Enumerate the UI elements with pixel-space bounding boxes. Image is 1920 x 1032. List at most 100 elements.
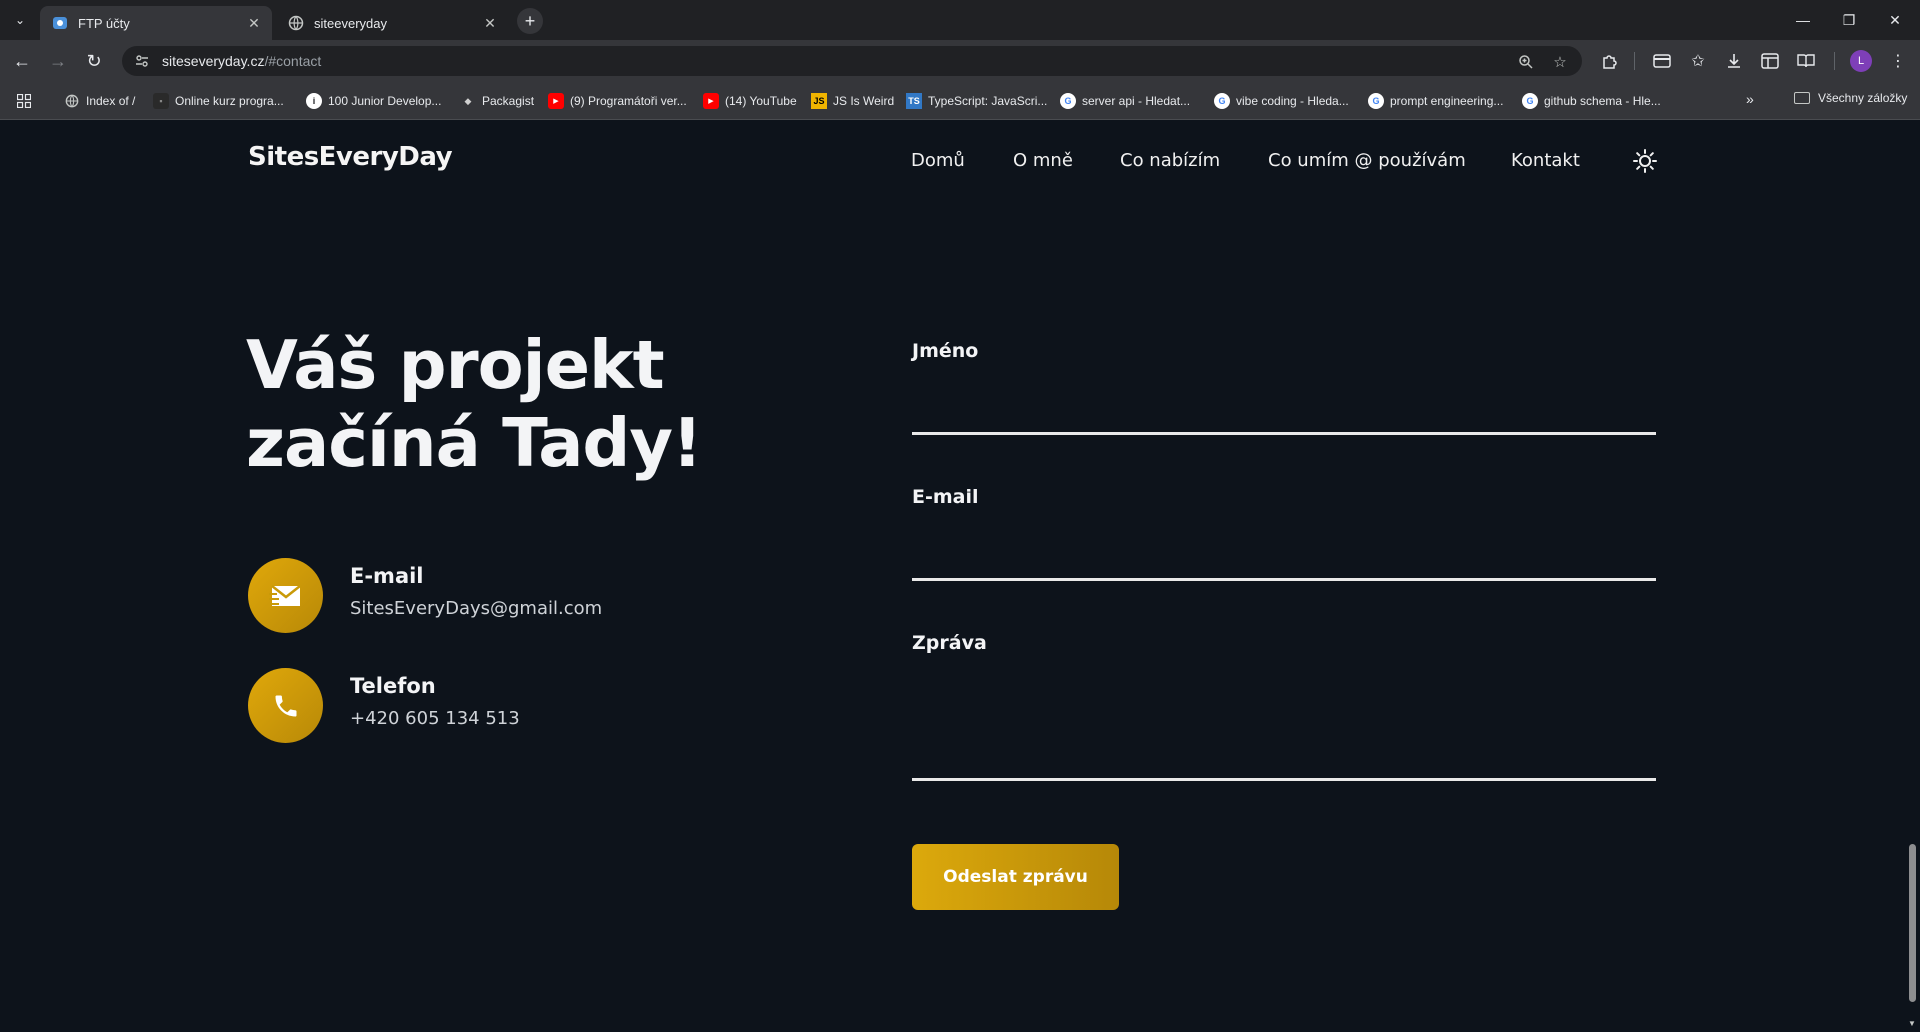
- folder-icon: [1794, 92, 1810, 104]
- bookmarks-overflow-chevron-icon[interactable]: »: [1746, 91, 1754, 107]
- contact-email-value[interactable]: SitesEveryDays@gmail.com: [350, 598, 602, 619]
- bookmark-js-is-weird[interactable]: JS JS Is Weird: [811, 91, 894, 111]
- bookmark-online-kurz[interactable]: ▪ Online kurz progra...: [153, 91, 284, 111]
- url-path: /#contact: [264, 53, 322, 69]
- page-scrollbar[interactable]: ▼: [1904, 120, 1920, 1032]
- tab-search-chevron-icon[interactable]: ⌄: [8, 8, 32, 32]
- back-arrow-icon[interactable]: ←: [8, 47, 36, 75]
- browser-tab-bar: ⌄ FTP účty ✕ siteeveryday ✕ + — ❐ ✕: [0, 0, 1920, 40]
- google-icon: G: [1060, 93, 1076, 109]
- message-field-label: Zpráva: [912, 632, 987, 654]
- bookmark-youtube[interactable]: ▶ (14) YouTube: [703, 91, 797, 111]
- bookmark-label: Index of /: [86, 94, 136, 108]
- new-tab-button[interactable]: +: [517, 8, 543, 34]
- google-icon: G: [1522, 93, 1538, 109]
- bookmark-star-icon[interactable]: ☆: [1548, 50, 1572, 74]
- toolbar-separator: [1834, 52, 1835, 70]
- bookmark-prompt-engineering[interactable]: G prompt engineering...: [1368, 91, 1503, 111]
- name-field[interactable]: [912, 378, 1656, 428]
- bookmark-label: (14) YouTube: [725, 94, 797, 108]
- nav-link-co-umim[interactable]: Co umím @ používám: [1268, 150, 1466, 171]
- downloads-icon[interactable]: [1722, 49, 1746, 73]
- scroll-down-arrow-icon[interactable]: ▼: [1908, 1019, 1916, 1028]
- url-host: siteseveryday.cz: [162, 53, 265, 69]
- site-info-icon[interactable]: [128, 49, 156, 73]
- bookmark-100-junior[interactable]: i 100 Junior Develop...: [306, 91, 441, 111]
- all-bookmarks-label: Všechny záložky: [1818, 91, 1908, 105]
- tab-ftp-ucty[interactable]: FTP účty ✕: [40, 6, 272, 40]
- bookmark-label: 100 Junior Develop...: [328, 94, 442, 108]
- tab-close-icon[interactable]: ✕: [244, 13, 264, 33]
- hero-title-line-2: začíná Tady!: [246, 404, 703, 482]
- email-field[interactable]: [912, 524, 1656, 574]
- payment-card-icon[interactable]: [1650, 49, 1674, 73]
- nav-link-o-mne[interactable]: O mně: [1013, 150, 1073, 171]
- contact-phone-value[interactable]: +420 605 134 513: [350, 708, 520, 729]
- extensions-icon[interactable]: [1598, 49, 1622, 73]
- nav-link-domu[interactable]: Domů: [911, 150, 965, 171]
- contact-phone-label: Telefon: [350, 674, 436, 698]
- minimize-icon[interactable]: —: [1780, 0, 1826, 40]
- bookmark-label: TypeScript: JavaScri...: [928, 94, 1048, 108]
- bookmarks-bar: Index of / ▪ Online kurz progra... i 100…: [0, 82, 1920, 120]
- tab-title: FTP účty: [78, 15, 130, 31]
- site-logo[interactable]: SitesEveryDay: [248, 142, 453, 172]
- forward-arrow-icon[interactable]: →: [44, 47, 72, 75]
- bookmark-label: Packagist: [482, 94, 535, 108]
- bookmark-typescript[interactable]: TS TypeScript: JavaScri...: [906, 91, 1047, 111]
- youtube-icon: ▶: [548, 93, 564, 109]
- bookmark-label: server api - Hledat...: [1082, 94, 1191, 108]
- youtube-icon: ▶: [703, 93, 719, 109]
- globe-icon: [288, 15, 304, 31]
- nav-link-co-nabizim[interactable]: Co nabízím: [1120, 150, 1220, 171]
- js-icon: JS: [811, 93, 827, 109]
- close-window-icon[interactable]: ✕: [1872, 0, 1918, 40]
- browser-toolbar: ← → ↻ siteseveryday.cz/#contact ☆ ✩ L ⋮: [0, 40, 1920, 82]
- tab-layout-icon[interactable]: [1758, 49, 1782, 73]
- restore-icon[interactable]: ❐: [1826, 0, 1872, 40]
- nav-link-kontakt[interactable]: Kontakt: [1511, 150, 1580, 171]
- phone-icon: [248, 668, 323, 743]
- message-field-underline: [912, 778, 1656, 781]
- globe-icon: [64, 93, 80, 109]
- google-icon: G: [1214, 93, 1230, 109]
- page-content: SitesEveryDay Domů O mně Co nabízím Co u…: [0, 120, 1904, 1032]
- menu-kebab-icon[interactable]: ⋮: [1886, 49, 1910, 73]
- name-field-underline: [912, 432, 1656, 435]
- bookmark-label: (9) Programátoři ver...: [570, 94, 687, 108]
- bookmark-label: Online kurz progra...: [175, 94, 284, 108]
- submit-button[interactable]: Odeslat zprávu: [912, 844, 1119, 910]
- bookmark-server-api[interactable]: G server api - Hledat...: [1060, 91, 1190, 111]
- google-icon: G: [1368, 93, 1384, 109]
- contact-email-label: E-mail: [350, 564, 424, 588]
- bookmark-index-of[interactable]: Index of /: [64, 91, 135, 111]
- bookmark-programatori[interactable]: ▶ (9) Programátoři ver...: [548, 91, 687, 111]
- message-field[interactable]: [912, 670, 1656, 774]
- bookmark-label: prompt engineering...: [1390, 94, 1504, 108]
- bookmark-github-schema[interactable]: G github schema - Hle...: [1522, 91, 1661, 111]
- name-field-label: Jméno: [912, 340, 979, 362]
- tab-close-icon[interactable]: ✕: [480, 13, 500, 33]
- bookmark-label: JS Is Weird: [833, 94, 895, 108]
- tab-siteeveryday[interactable]: siteeveryday ✕: [276, 6, 508, 40]
- site-icon: ▪: [153, 93, 169, 109]
- reading-list-star-icon[interactable]: ✩: [1686, 49, 1710, 73]
- tab-title: siteeveryday: [314, 15, 387, 31]
- profile-avatar[interactable]: L: [1850, 50, 1872, 72]
- reading-mode-icon[interactable]: [1794, 49, 1818, 73]
- mail-icon: [248, 558, 323, 633]
- ts-icon: TS: [906, 93, 922, 109]
- info-icon: i: [306, 93, 322, 109]
- zoom-icon[interactable]: [1514, 50, 1538, 74]
- toolbar-separator: [1634, 52, 1635, 70]
- hero-title: Váš projekt začíná Tady!: [246, 326, 703, 482]
- bookmark-vibe-coding[interactable]: G vibe coding - Hleda...: [1214, 91, 1349, 111]
- bookmark-packagist[interactable]: ◆ Packagist: [460, 91, 535, 111]
- scrollbar-thumb[interactable]: [1909, 844, 1916, 1002]
- all-bookmarks-folder[interactable]: Všechny záložky: [1794, 91, 1907, 105]
- address-bar[interactable]: siteseveryday.cz/#contact ☆: [122, 46, 1582, 76]
- bookmark-label: vibe coding - Hleda...: [1236, 94, 1349, 108]
- theme-toggle-sun-icon[interactable]: [1632, 148, 1658, 174]
- apps-grid-icon[interactable]: [14, 91, 34, 111]
- reload-icon[interactable]: ↻: [80, 47, 108, 75]
